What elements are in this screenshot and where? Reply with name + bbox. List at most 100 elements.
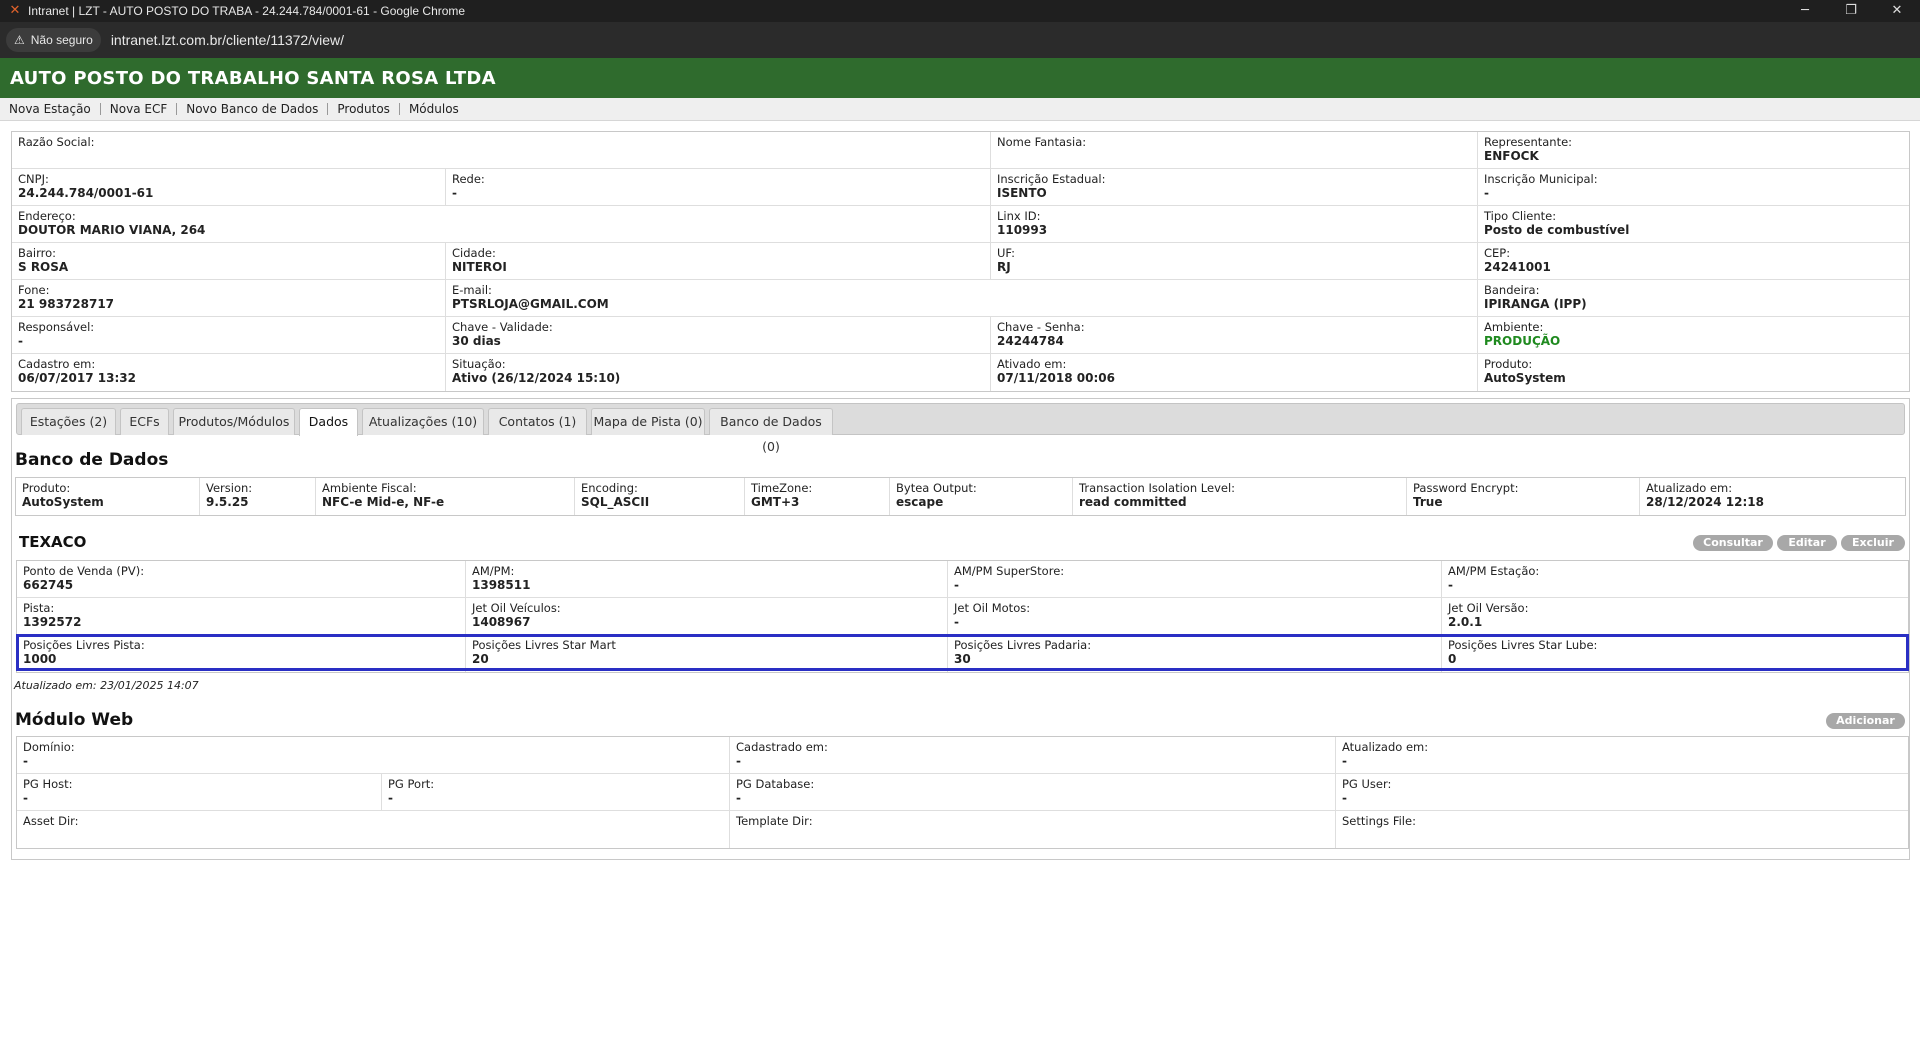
ampm-estacao-cell: AM/PM Estação: - — [1448, 564, 1540, 592]
pg-host-cell: PG Host: - — [17, 774, 382, 810]
dominio-cell: Domínio: - — [17, 737, 730, 773]
texaco-table: Ponto de Venda (PV): 662745 AM/PM: 1398511… — [16, 560, 1909, 673]
consultar-button[interactable]: Consultar — [1693, 535, 1773, 551]
table-row: Posições Livres Pista: 1000 Posições Livr… — [17, 635, 1908, 672]
table-row: Fone: 21 983728717 E-mail: PTSRLOJA@GMAIL.… — [12, 280, 1909, 317]
tab-dados[interactable]: Dados — [299, 408, 358, 436]
posicoes-pista-cell: Posições Livres Pista: 1000 — [17, 635, 466, 672]
table-row: Pista: 1392572 Jet Oil Veículos: 1408967 J… — [17, 598, 1908, 635]
page-header: AUTO POSTO DO TRABALHO SANTA ROSA LTDA — [0, 58, 1920, 98]
table-row: Ponto de Venda (PV): 662745 AM/PM: 1398511… — [17, 561, 1908, 598]
table-row: PG Host: - PG Port: - PG Database: - PG Use… — [17, 774, 1908, 811]
security-label: Não seguro — [30, 33, 93, 47]
db-version-cell: Version: 9.5.25 — [200, 478, 316, 515]
ampm-superstore-cell: AM/PM SuperStore: - — [948, 561, 1442, 597]
bairro-cell: Bairro: S ROSA — [12, 243, 446, 279]
browser-titlebar: ✕ Intranet | LZT - AUTO POSTO DO TRABA -… — [0, 0, 1920, 22]
responsavel-cell: Responsável: - — [12, 317, 446, 353]
tab-produtos-modulos[interactable]: Produtos/Módulos — [173, 408, 295, 435]
db-info-table: Produto: AutoSystem Version: 9.5.25 Ambien… — [15, 477, 1906, 516]
minimize-icon[interactable]: ─ — [1782, 0, 1828, 22]
ampm-cell: AM/PM: 1398511 — [466, 561, 948, 597]
modulo-web-table: Domínio: - Cadastrado em: - Atualizado em:… — [16, 736, 1909, 849]
tab-estacoes[interactable]: Estações (2) — [21, 408, 116, 435]
db-encoding-cell: Encoding: SQL_ASCII — [575, 478, 745, 515]
asset-dir-cell: Asset Dir: — [17, 811, 730, 848]
pg-port-cell: PG Port: - — [382, 774, 730, 810]
cadastro-em-cell: Cadastro em: 06/07/2017 13:32 — [12, 354, 446, 391]
settings-file-cell: Settings File: — [1342, 814, 1416, 828]
cidade-cell: Cidade: NITEROI — [446, 243, 991, 279]
db-atualizado-em-cell: Atualizado em: 28/12/2024 12:18 — [1646, 481, 1764, 509]
nav-nova-estacao[interactable]: Nova Estação — [0, 103, 100, 115]
address-bar: ⚠ Não seguro intranet.lzt.com.br/cliente… — [0, 22, 1920, 58]
tab-bar: Estações (2) ECFs Produtos/Módulos Dados… — [16, 403, 1905, 454]
fone-cell: Fone: 21 983728717 — [12, 280, 446, 316]
posicoes-padaria-cell: Posições Livres Padaria: 30 — [948, 635, 1442, 672]
bandeira-cell: Bandeira: IPIRANGA (IPP) — [1484, 283, 1587, 311]
table-row: Asset Dir: Template Dir: Settings File: — [17, 811, 1908, 848]
security-chip[interactable]: ⚠ Não seguro — [6, 28, 101, 52]
tab-banco-de-dados[interactable]: Banco de Dados (0) — [709, 408, 833, 454]
posicoes-star-mart-cell: Posições Livres Star Mart 20 — [466, 635, 948, 672]
cnpj-cell: CNPJ: 24.244.784/0001-61 — [12, 169, 446, 205]
db-bytea-output-cell: Bytea Output: escape — [890, 478, 1073, 515]
nav-modulos[interactable]: Módulos — [398, 103, 468, 115]
pg-user-cell: PG User: - — [1342, 777, 1392, 805]
table-row: CNPJ: 24.244.784/0001-61 Rede: - Inscrição… — [12, 169, 1909, 206]
chave-validade-cell: Chave - Validade: 30 dias — [446, 317, 991, 353]
ambiente-cell: Ambiente: PRODUÇÃO — [1478, 317, 1909, 353]
nav-nova-ecf[interactable]: Nova ECF — [99, 103, 176, 115]
table-row: Bairro: S ROSA Cidade: NITEROI UF: RJ CEP: 2… — [12, 243, 1909, 280]
editar-button[interactable]: Editar — [1777, 535, 1837, 551]
table-row: Responsável: - Chave - Validade: 30 dias C… — [12, 317, 1909, 354]
endereco-cell: Endereço: DOUTOR MARIO VIANA, 264 — [12, 206, 991, 242]
inscricao-municipal-cell: Inscrição Municipal: - — [1484, 172, 1598, 200]
inscricao-estadual-cell: Inscrição Estadual: ISENTO — [991, 169, 1478, 205]
close-icon[interactable]: ✕ — [1874, 0, 1920, 22]
db-produto-cell: Produto: AutoSystem — [16, 478, 200, 515]
db-ambiente-fiscal-cell: Ambiente Fiscal: NFC-e Mid-e, NF-e — [316, 478, 575, 515]
adicionar-button[interactable]: Adicionar — [1826, 713, 1905, 729]
tab-mapa-de-pista[interactable]: Mapa de Pista (0) — [591, 408, 705, 435]
razao-social-cell: Razão Social: — [12, 132, 991, 168]
linx-id-cell: Linx ID: 110993 — [991, 206, 1478, 242]
url-field[interactable]: intranet.lzt.com.br/cliente/11372/view/ — [111, 32, 344, 48]
tab-atualizacoes[interactable]: Atualizações (10) — [362, 408, 484, 435]
nav-produtos[interactable]: Produtos — [327, 103, 399, 115]
db-timezone-cell: TimeZone: GMT+3 — [745, 478, 890, 515]
jet-oil-versao-cell: Jet Oil Versão: 2.0.1 — [1448, 601, 1529, 629]
table-row: Cadastro em: 06/07/2017 13:32 Situação: At… — [12, 354, 1909, 391]
section-title-texaco: TEXACO — [19, 533, 87, 551]
tab-contatos[interactable]: Contatos (1) — [488, 408, 587, 435]
nav-novo-banco-de-dados[interactable]: Novo Banco de Dados — [176, 103, 327, 115]
cep-cell: CEP: 24241001 — [1484, 246, 1551, 274]
section-title-banco-de-dados: Banco de Dados — [15, 450, 169, 470]
representante-cell: Representante: ENFOCK — [1484, 135, 1573, 163]
posicoes-star-lube-cell: Posições Livres Star Lube: 0 — [1448, 638, 1598, 666]
template-dir-cell: Template Dir: — [730, 811, 1336, 848]
restore-icon[interactable]: ❐ — [1828, 0, 1874, 22]
tab-ecfs[interactable]: ECFs — [120, 408, 169, 435]
ambiente-status: PRODUÇÃO — [1484, 334, 1561, 348]
page-title: AUTO POSTO DO TRABALHO SANTA ROSA LTDA — [10, 67, 496, 89]
excluir-button[interactable]: Excluir — [1841, 535, 1905, 551]
table-row: Endereço: DOUTOR MARIO VIANA, 264 Linx ID… — [12, 206, 1909, 243]
pv-cell: Ponto de Venda (PV): 662745 — [17, 561, 466, 597]
table-row: Razão Social: Nome Fantasia: Representan… — [12, 132, 1909, 169]
jet-oil-veiculos-cell: Jet Oil Veículos: 1408967 — [466, 598, 948, 634]
pista-cell: Pista: 1392572 — [17, 598, 466, 634]
situacao-cell: Situação: Ativo (26/12/2024 15:10) — [446, 354, 991, 391]
email-cell: E-mail: PTSRLOJA@GMAIL.COM — [446, 280, 1478, 316]
jet-oil-motos-cell: Jet Oil Motos: - — [948, 598, 1442, 634]
ativado-em-cell: Ativado em: 07/11/2018 00:06 — [991, 354, 1478, 391]
window-title: Intranet | LZT - AUTO POSTO DO TRABA - 2… — [28, 4, 466, 18]
produto-cell: Produto: AutoSystem — [1484, 357, 1566, 385]
sub-navigation: Nova Estação Nova ECF Novo Banco de Dado… — [0, 98, 1920, 121]
nome-fantasia-cell: Nome Fantasia: — [991, 132, 1478, 168]
section-title-modulo-web: Módulo Web — [15, 710, 134, 730]
client-info-table: Razão Social: Nome Fantasia: Representan… — [11, 131, 1910, 392]
pg-database-cell: PG Database: - — [730, 774, 1336, 810]
chave-senha-cell: Chave - Senha: 24244784 — [991, 317, 1478, 353]
uf-cell: UF: RJ — [991, 243, 1478, 279]
